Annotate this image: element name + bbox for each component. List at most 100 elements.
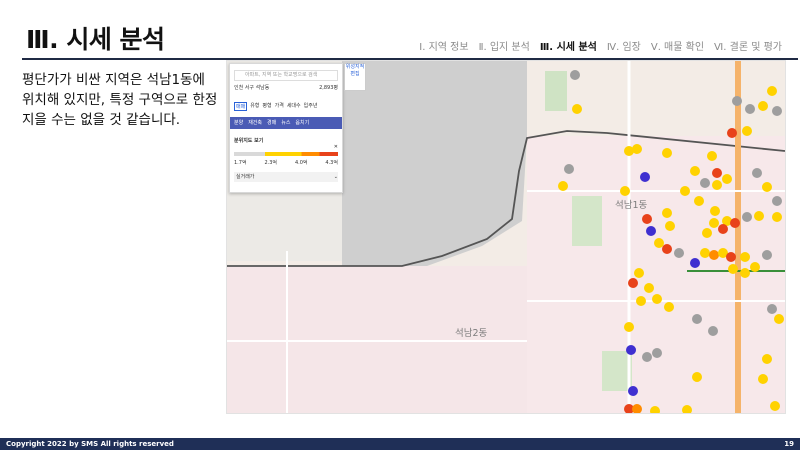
dropdown-value: 실거래가 [236,174,255,180]
price-marker-yellow[interactable] [767,86,777,96]
price-marker-blue[interactable] [646,226,656,236]
tab-more[interactable]: 옵치기 [295,117,309,129]
price-marker-yellow[interactable] [662,148,672,158]
filter-trade[interactable]: 매매 [234,102,248,111]
price-marker-yellow[interactable] [652,294,662,304]
price-marker-yellow[interactable] [664,302,674,312]
price-type-dropdown[interactable]: 실거래가 ⌄ [234,172,338,182]
price-marker-red[interactable] [642,214,652,224]
price-map[interactable]: 석남1동 석남2동 아파트, 지역 또는 학교명으로 검색 인천 서구 석남동 … [226,60,786,414]
nav-item-site-visit[interactable]: Ⅳ. 임장 [607,38,641,53]
price-marker-gray[interactable] [762,250,772,260]
tab-presale[interactable]: 분양 [234,117,243,129]
search-input[interactable]: 아파트, 지역 또는 학교명으로 검색 [234,70,338,81]
filter-area[interactable]: 평형 [262,102,271,111]
nav-item-conclusion[interactable]: Ⅵ. 결론 및 평가 [714,38,782,53]
price-marker-yellow[interactable] [690,166,700,176]
price-marker-gray[interactable] [642,352,652,362]
price-marker-yellow[interactable] [692,372,702,382]
price-marker-yellow[interactable] [762,354,772,364]
price-marker-yellow[interactable] [620,186,630,196]
price-marker-yellow[interactable] [770,401,780,411]
price-marker-yellow[interactable] [702,228,712,238]
legend-value-4: 4.3억 [325,160,338,166]
price-marker-yellow[interactable] [772,212,782,222]
price-marker-yellow[interactable] [740,268,750,278]
price-marker-yellow[interactable] [558,181,568,191]
tab-auction[interactable]: 경매 [267,117,276,129]
nav-item-location[interactable]: Ⅱ. 입지 분석 [479,38,530,53]
search-placeholder: 아파트, 지역 또는 학교명으로 검색 [245,72,318,78]
price-marker-gray[interactable] [692,314,702,324]
price-marker-yellow[interactable] [722,174,732,184]
price-marker-blue[interactable] [690,258,700,268]
price-marker-gray[interactable] [674,248,684,258]
price-marker-gray[interactable] [752,168,762,178]
price-marker-gray[interactable] [772,106,782,116]
legend-value-2: 2.3억 [264,160,278,166]
tab-rebuild[interactable]: 재건축 [248,117,262,129]
price-marker-yellow[interactable] [728,264,738,274]
price-marker-gray[interactable] [745,104,755,114]
price-marker-gray[interactable] [708,326,718,336]
price-marker-gray[interactable] [772,196,782,206]
price-marker-yellow[interactable] [632,144,642,154]
price-marker-yellow[interactable] [742,126,752,136]
price-marker-red[interactable] [727,128,737,138]
price-marker-red[interactable] [712,168,722,178]
price-marker-yellow[interactable] [750,262,760,272]
map-label-seoknam2: 석남2동 [455,328,488,339]
price-marker-yellow[interactable] [707,151,717,161]
filter-households[interactable]: 세대수 [287,102,301,111]
price-marker-blue[interactable] [626,345,636,355]
price-marker-yellow[interactable] [758,374,768,384]
section-title: 분위지도 보기 [234,138,264,144]
price-marker-yellow[interactable] [754,211,764,221]
price-marker-gray[interactable] [564,164,574,174]
nav-item-price[interactable]: Ⅲ. 시세 분석 [540,38,597,53]
price-marker-yellow[interactable] [762,182,772,192]
price-marker-yellow[interactable] [774,314,784,324]
price-marker-yellow[interactable] [709,218,719,228]
price-marker-yellow[interactable] [654,238,664,248]
price-marker-red[interactable] [730,218,740,228]
tab-news[interactable]: 뉴스 [281,117,290,129]
filter-type[interactable]: 유형 [250,102,259,111]
price-marker-yellow[interactable] [710,206,720,216]
price-marker-yellow[interactable] [712,180,722,190]
price-marker-orange[interactable] [709,250,719,260]
price-marker-yellow[interactable] [680,186,690,196]
price-marker-blue[interactable] [628,386,638,396]
price-marker-yellow[interactable] [740,252,750,262]
price-marker-yellow[interactable] [662,208,672,218]
price-marker-yellow[interactable] [700,248,710,258]
price-marker-gray[interactable] [742,212,752,222]
filter-price[interactable]: 가격 [275,102,284,111]
price-marker-red[interactable] [718,224,728,234]
price-marker-red[interactable] [662,244,672,254]
price-marker-yellow[interactable] [758,101,768,111]
price-marker-yellow[interactable] [572,104,582,114]
price-marker-red[interactable] [628,278,638,288]
price-marker-yellow[interactable] [644,283,654,293]
park-1 [545,71,567,111]
filter-year[interactable]: 입주년 [304,102,318,111]
satellite-toggle-button[interactable]: 위성지적편집 [344,63,366,91]
tab-bar: 분양 재건축 경매 뉴스 옵치기 [230,117,342,129]
price-marker-yellow[interactable] [634,268,644,278]
price-marker-gray[interactable] [732,96,742,106]
price-marker-yellow[interactable] [694,196,704,206]
location-text: 인천 서구 석남동 [234,85,270,91]
price-marker-gray[interactable] [700,178,710,188]
price-marker-red[interactable] [726,252,736,262]
price-marker-blue[interactable] [640,172,650,182]
price-marker-yellow[interactable] [665,221,675,231]
price-marker-gray[interactable] [570,70,580,80]
nav-item-region[interactable]: Ⅰ. 지역 정보 [419,38,468,53]
price-marker-gray[interactable] [767,304,777,314]
price-marker-yellow[interactable] [636,296,646,306]
price-marker-gray[interactable] [652,348,662,358]
nav-item-listing[interactable]: Ⅴ. 매물 확인 [651,38,704,53]
price-marker-yellow[interactable] [624,322,634,332]
close-icon[interactable]: ✕ [234,144,338,150]
